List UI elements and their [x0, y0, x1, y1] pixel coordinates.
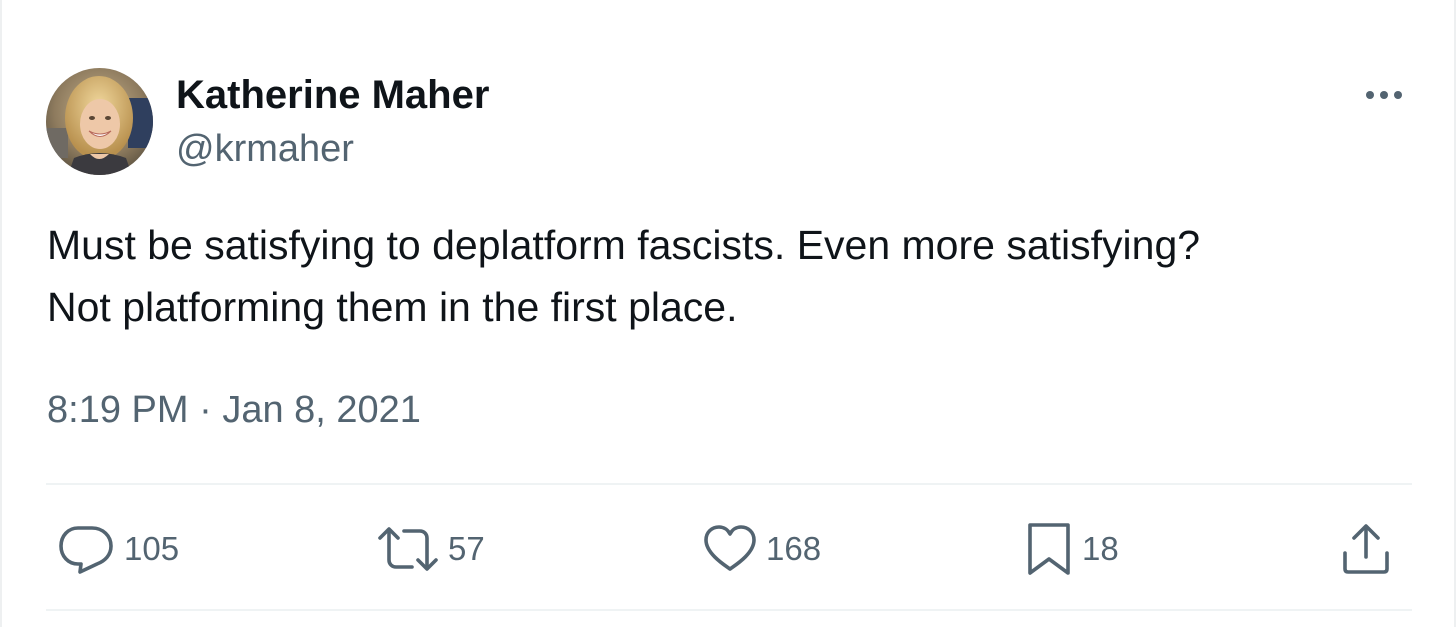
divider: [46, 483, 1412, 485]
reply-icon: [59, 526, 113, 574]
more-options-button[interactable]: [1358, 76, 1414, 116]
tweet-time: 8:19 PM: [47, 389, 189, 431]
tweet-text-line: Not platforming them in the first place.: [47, 284, 738, 330]
author-display-name[interactable]: Katherine Maher: [176, 72, 489, 118]
avatar-image: [46, 68, 153, 175]
retweet-icon: [378, 527, 438, 571]
meta-separator: ·: [199, 389, 212, 431]
reply-count: 105: [124, 530, 180, 567]
share-icon: [1343, 524, 1389, 574]
bookmark-icon: [1028, 523, 1070, 575]
bookmark-button[interactable]: 18: [1024, 523, 1119, 575]
divider: [46, 609, 1412, 611]
share-button[interactable]: [1340, 524, 1392, 574]
retweet-count: 57: [448, 530, 485, 567]
card-border-left: [0, 0, 2, 627]
like-button[interactable]: 168: [702, 524, 821, 574]
tweet-text: Must be satisfying to deplatform fascist…: [47, 214, 1427, 338]
tweet-date: Jan 8, 2021: [222, 389, 421, 431]
more-horizontal-icon: [1366, 91, 1402, 99]
author-handle[interactable]: @krmaher: [176, 127, 354, 171]
heart-icon: [704, 525, 756, 571]
tweet-text-line: Must be satisfying to deplatform fascist…: [47, 222, 1201, 268]
tweet-timestamp[interactable]: 8:19 PM · Jan 8, 2021: [47, 387, 421, 433]
bookmark-count: 18: [1082, 530, 1119, 567]
avatar[interactable]: [46, 68, 153, 175]
retweet-button[interactable]: 57: [376, 524, 485, 574]
like-count: 168: [766, 530, 822, 567]
tweet-card: Katherine Maher @krmaher Must be satisfy…: [0, 0, 1456, 627]
reply-button[interactable]: 105: [58, 524, 179, 574]
